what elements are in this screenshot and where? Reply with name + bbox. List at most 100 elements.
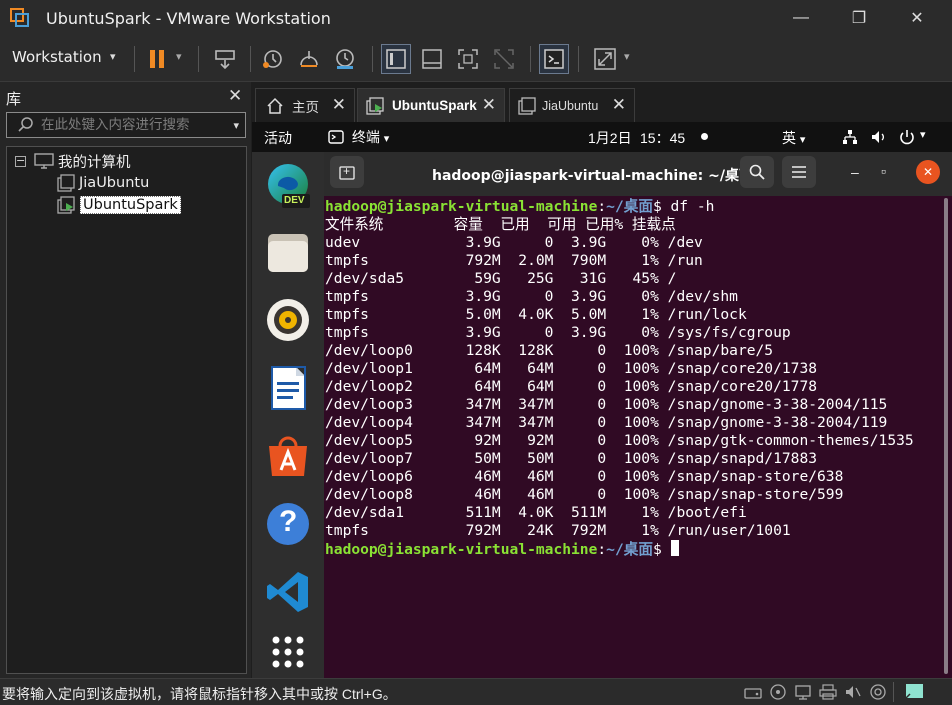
pause-menu-caret[interactable]: ▾ (176, 50, 182, 63)
network-wired-icon[interactable] (842, 129, 858, 145)
show-library-button[interactable] (381, 44, 411, 74)
prompt-colon: : (597, 198, 607, 215)
tree-root-my-computer[interactable]: − 我的计算机 (15, 151, 131, 171)
workstation-menu[interactable]: Workstation (12, 48, 102, 66)
ubuntu-dock: DEV ? (252, 152, 324, 678)
library-close-button[interactable]: ✕ (228, 86, 242, 106)
search-input[interactable] (41, 117, 216, 133)
output-line: /dev/loop7 50M 50M 0 100% /snap/snapd/17… (325, 450, 818, 467)
pause-button[interactable] (142, 44, 172, 74)
tab-close-button[interactable]: ✕ (612, 95, 626, 115)
sound-icon[interactable] (844, 684, 862, 700)
toolbar-divider (250, 46, 251, 72)
toolbar-divider (198, 46, 199, 72)
text-cursor (670, 540, 679, 556)
library-search-box[interactable]: ▾ (6, 112, 246, 138)
stretch-menu-caret[interactable]: ▾ (624, 50, 630, 63)
network-icon[interactable] (794, 684, 812, 700)
terminal-search-button[interactable] (740, 156, 774, 188)
new-tab-button[interactable]: + (330, 156, 364, 188)
console-view-button[interactable] (539, 44, 569, 74)
printer-icon[interactable] (819, 684, 837, 700)
command-line: hadoop@jiaspark-virtual-machine:~/桌面$ df… (325, 198, 937, 216)
tree-item-vm[interactable]: JiaUbuntu (57, 173, 149, 193)
clock-time[interactable]: 15：45 (640, 128, 685, 148)
input-method-indicator[interactable]: 英 ▾ (782, 128, 805, 148)
output-line: tmpfs 3.9G 0 3.9G 0% /dev/shm (325, 288, 738, 305)
output-line: /dev/loop1 64M 64M 0 100% /snap/core20/1… (325, 360, 818, 377)
power-icon[interactable] (898, 128, 916, 146)
minimize-button[interactable]: — (778, 0, 824, 36)
cd-icon[interactable] (769, 684, 787, 700)
input-method-label: 英 (782, 130, 796, 146)
status-divider (893, 682, 894, 702)
notification-dot-icon (701, 133, 708, 140)
full-screen-button[interactable] (453, 44, 483, 74)
tree-item-label: UbuntuSpark (80, 196, 181, 214)
usb-icon[interactable] (869, 684, 887, 700)
unity-button[interactable] (489, 44, 519, 74)
snapshot-button[interactable] (258, 44, 288, 74)
search-dropdown-caret[interactable]: ▾ (233, 119, 239, 132)
terminal-menu-button[interactable] (782, 156, 816, 188)
clock-date[interactable]: 1月2日 (588, 128, 632, 148)
writer-icon (271, 366, 306, 410)
terminal-close-button[interactable]: ✕ (916, 160, 940, 184)
vm-console[interactable]: 活动 终端 ▾ 1月2日 15：45 英 ▾ ▾ DEV ? + hadoop@… (252, 122, 952, 678)
workstation-menu-caret[interactable]: ▾ (110, 50, 116, 63)
system-menu-caret[interactable]: ▾ (920, 128, 926, 141)
show-apps-button[interactable] (264, 628, 312, 676)
close-button[interactable]: ✕ (894, 0, 940, 36)
files-icon (268, 234, 308, 272)
stretch-guest-button[interactable] (590, 44, 620, 74)
output-line: /dev/loop5 92M 92M 0 100% /snap/gtk-comm… (325, 432, 914, 449)
terminal-minimize-button[interactable]: – (851, 164, 859, 180)
tab-jiaubuntu[interactable]: JiaUbuntu ✕ (509, 88, 635, 122)
maximize-button[interactable]: ❐ (836, 0, 882, 36)
activities-button[interactable]: 活动 (264, 128, 292, 148)
writer-launcher[interactable] (264, 364, 312, 412)
output-line: /dev/loop6 46M 46M 0 100% /snap/snap-sto… (325, 468, 844, 485)
volume-icon[interactable] (870, 129, 888, 145)
search-icon (18, 117, 33, 132)
tab-label: UbuntuSpark (392, 98, 477, 113)
dev-badge: DEV (284, 195, 305, 206)
rhythmbox-launcher[interactable] (264, 296, 312, 344)
tab-close-button[interactable]: ✕ (482, 95, 496, 115)
snapshot-manager-button[interactable] (330, 44, 360, 74)
vm-tabs: 主页 ✕ UbuntuSpark ✕ JiaUbuntu ✕ (251, 82, 952, 122)
send-ctrl-alt-del-button[interactable] (210, 44, 240, 74)
output-line: /dev/loop0 128K 128K 0 100% /snap/bare/5 (325, 342, 774, 359)
output-line: tmpfs 3.9G 0 3.9G 0% /sys/fs/cgroup (325, 324, 791, 341)
prompt-user: hadoop@jiaspark-virtual-machine (325, 541, 598, 558)
hard-disk-icon[interactable] (744, 684, 762, 700)
tree-item-label: JiaUbuntu (79, 175, 150, 191)
tree-collapse-toggle[interactable]: − (15, 155, 26, 167)
message-log-icon[interactable] (905, 683, 925, 701)
thumbnail-icon (422, 49, 442, 69)
terminal-headerbar: + hadoop@jiaspark-virtual-machine: ~/桌面 … (324, 152, 952, 196)
software-center-launcher[interactable] (264, 432, 312, 480)
terminal-maximize-button[interactable]: ▫ (881, 163, 886, 179)
status-message: 要将输入定向到该虚拟机，请将鼠标指针移入其中或按 Ctrl+G。 (2, 686, 397, 702)
help-launcher[interactable]: ? (264, 500, 312, 548)
output-line: /dev/loop2 64M 64M 0 100% /snap/core20/1… (325, 378, 818, 395)
input-method-caret: ▾ (799, 134, 806, 146)
terminal-scrollbar[interactable] (944, 198, 948, 674)
edge-dev-launcher[interactable]: DEV (264, 162, 312, 210)
terminal-app-menu[interactable]: 终端 ▾ (328, 127, 389, 147)
window-title: UbuntuSpark - VMware Workstation (46, 8, 331, 28)
computer-icon (34, 153, 54, 169)
tab-ubuntuspark[interactable]: UbuntuSpark ✕ (357, 88, 505, 122)
home-icon (267, 97, 283, 114)
tree-item-vm-selected[interactable]: UbuntuSpark (57, 195, 181, 215)
vscode-launcher[interactable] (264, 568, 312, 616)
thumbnail-bar-button[interactable] (417, 44, 447, 74)
stretch-icon (594, 48, 616, 70)
terminal-output[interactable]: hadoop@jiaspark-virtual-machine:~/桌面$ df… (325, 198, 937, 668)
revert-snapshot-button[interactable] (294, 44, 324, 74)
tab-close-button[interactable]: ✕ (332, 95, 346, 115)
terminal-window[interactable]: + hadoop@jiaspark-virtual-machine: ~/桌面 … (324, 152, 952, 678)
tab-home[interactable]: 主页 ✕ (255, 88, 355, 122)
files-launcher[interactable] (264, 228, 312, 276)
